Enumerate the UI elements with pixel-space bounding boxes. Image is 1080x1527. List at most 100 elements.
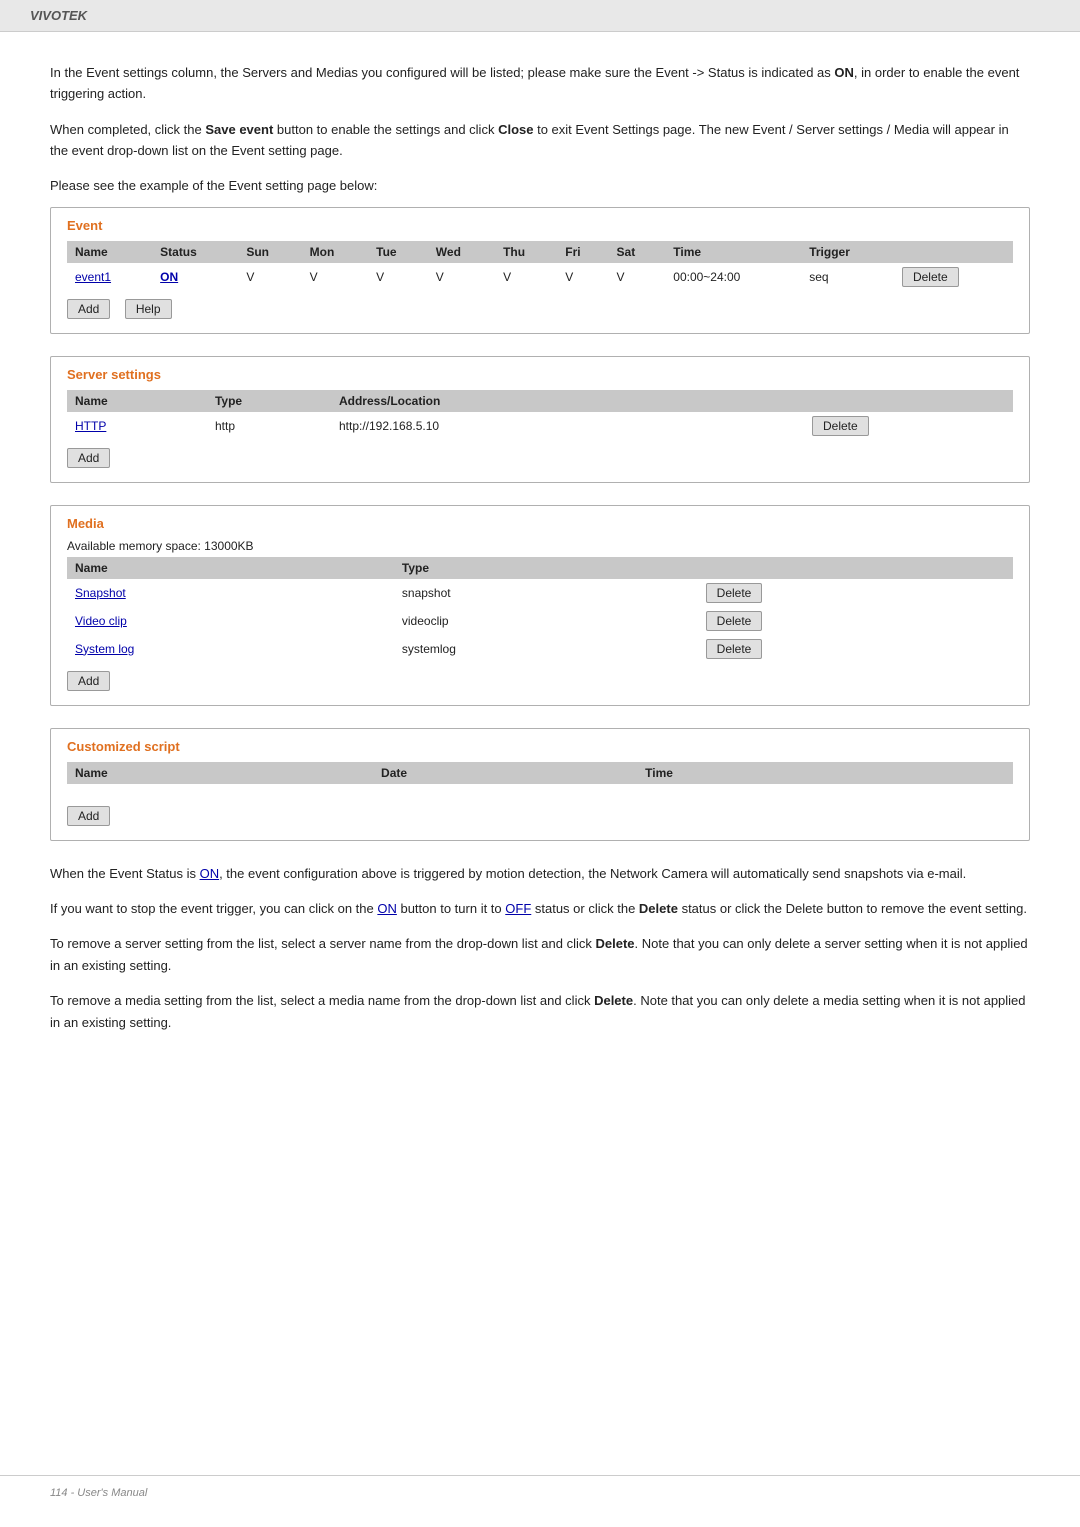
server-settings-box: Server settings Name Type Address/Locati… bbox=[50, 356, 1030, 483]
customized-col-date: Date bbox=[373, 762, 637, 784]
on-button-link[interactable]: ON bbox=[377, 901, 397, 916]
event-row-sun: V bbox=[238, 263, 301, 291]
event-status-on[interactable]: ON bbox=[160, 270, 178, 284]
table-row: HTTP http http://192.168.5.10 Delete bbox=[67, 412, 1013, 440]
event-col-action bbox=[894, 241, 1013, 263]
event-add-button[interactable]: Add bbox=[67, 299, 110, 319]
media-videoclip-delete-cell: Delete bbox=[698, 607, 1013, 635]
event-row-status: ON bbox=[152, 263, 238, 291]
server-table-header-row: Name Type Address/Location bbox=[67, 390, 1013, 412]
media-syslog-name: System log bbox=[67, 635, 394, 663]
http-link[interactable]: HTTP bbox=[75, 419, 106, 433]
page-header: VIVOTEK bbox=[0, 0, 1080, 32]
server-col-type: Type bbox=[207, 390, 331, 412]
event-col-wed: Wed bbox=[428, 241, 495, 263]
customized-script-box: Customized script Name Date Time Add bbox=[50, 728, 1030, 841]
customized-col-time: Time bbox=[637, 762, 912, 784]
event-col-time: Time bbox=[665, 241, 801, 263]
systemlog-link[interactable]: System log bbox=[75, 642, 134, 656]
event-table-header-row: Name Status Sun Mon Tue Wed Thu Fri Sat … bbox=[67, 241, 1013, 263]
media-add-button[interactable]: Add bbox=[67, 671, 110, 691]
intro-close-bold: Close bbox=[498, 122, 533, 137]
event-col-name: Name bbox=[67, 241, 152, 263]
post-para3: To remove a server setting from the list… bbox=[50, 933, 1030, 976]
event-delete-button[interactable]: Delete bbox=[902, 267, 959, 287]
status-on-link[interactable]: ON bbox=[200, 866, 220, 881]
table-row: Snapshot snapshot Delete bbox=[67, 579, 1013, 607]
main-content: In the Event settings column, the Server… bbox=[0, 32, 1080, 1077]
media-table: Name Type Snapshot snapshot Delete Video… bbox=[67, 557, 1013, 663]
media-box: Media Available memory space: 13000KB Na… bbox=[50, 505, 1030, 706]
intro-save-event-bold: Save event bbox=[205, 122, 273, 137]
media-col-type: Type bbox=[394, 557, 698, 579]
event-row-fri: V bbox=[557, 263, 608, 291]
systemlog-delete-button[interactable]: Delete bbox=[706, 639, 763, 659]
event-row-wed: V bbox=[428, 263, 495, 291]
post-para2-text3: status or click the bbox=[531, 901, 639, 916]
customized-add-button[interactable]: Add bbox=[67, 806, 110, 826]
media-videoclip-type: videoclip bbox=[394, 607, 698, 635]
snapshot-delete-button[interactable]: Delete bbox=[706, 583, 763, 603]
delete-bold-p4: Delete bbox=[594, 993, 633, 1008]
event-row-name: event1 bbox=[67, 263, 152, 291]
example-label: Please see the example of the Event sett… bbox=[50, 176, 1030, 197]
server-table: Name Type Address/Location HTTP http htt… bbox=[67, 390, 1013, 440]
event-box-title: Event bbox=[67, 218, 1013, 233]
videoclip-delete-button[interactable]: Delete bbox=[706, 611, 763, 631]
table-row: event1 ON V V V V V V V 00:00~24:00 seq … bbox=[67, 263, 1013, 291]
videoclip-link[interactable]: Video clip bbox=[75, 614, 127, 628]
event-col-trigger: Trigger bbox=[801, 241, 894, 263]
media-btn-row: Add bbox=[67, 671, 1013, 691]
table-row bbox=[67, 784, 1013, 798]
event-row-trigger: seq bbox=[801, 263, 894, 291]
event-col-tue: Tue bbox=[368, 241, 428, 263]
event-box: Event Name Status Sun Mon Tue Wed Thu Fr… bbox=[50, 207, 1030, 334]
customized-table: Name Date Time bbox=[67, 762, 1013, 798]
brand-logo: VIVOTEK bbox=[30, 8, 87, 23]
media-col-name: Name bbox=[67, 557, 394, 579]
server-btn-row: Add bbox=[67, 448, 1013, 468]
post-para1: When the Event Status is ON, the event c… bbox=[50, 863, 1030, 884]
page-footer: 114 - User's Manual bbox=[0, 1475, 1080, 1507]
event-row-mon: V bbox=[302, 263, 369, 291]
post-para2-text1: If you want to stop the event trigger, y… bbox=[50, 901, 377, 916]
event1-link[interactable]: event1 bbox=[75, 270, 111, 284]
event-col-status: Status bbox=[152, 241, 238, 263]
table-row: Video clip videoclip Delete bbox=[67, 607, 1013, 635]
table-row: System log systemlog Delete bbox=[67, 635, 1013, 663]
server-add-button[interactable]: Add bbox=[67, 448, 110, 468]
delete-bold-p3: Delete bbox=[596, 936, 635, 951]
customized-table-header-row: Name Date Time bbox=[67, 762, 1013, 784]
server-col-action bbox=[804, 390, 1013, 412]
event-row-thu: V bbox=[495, 263, 557, 291]
intro-on-bold: ON bbox=[834, 65, 854, 80]
off-status-link[interactable]: OFF bbox=[505, 901, 531, 916]
media-snapshot-type: snapshot bbox=[394, 579, 698, 607]
page-number: 114 - User's Manual bbox=[50, 1487, 147, 1499]
customized-btn-row: Add bbox=[67, 806, 1013, 826]
event-col-sat: Sat bbox=[609, 241, 666, 263]
event-row-time: 00:00~24:00 bbox=[665, 263, 801, 291]
event-row-tue: V bbox=[368, 263, 428, 291]
intro-para1: In the Event settings column, the Server… bbox=[50, 62, 1030, 105]
event-col-fri: Fri bbox=[557, 241, 608, 263]
intro-para1-text1: In the Event settings column, the Server… bbox=[50, 65, 834, 80]
customized-col-action bbox=[912, 762, 1013, 784]
intro-para2-text1: When completed, click the bbox=[50, 122, 205, 137]
event-col-mon: Mon bbox=[302, 241, 369, 263]
event-row-sat: V bbox=[609, 263, 666, 291]
intro-para2: When completed, click the Save event but… bbox=[50, 119, 1030, 162]
media-table-header-row: Name Type bbox=[67, 557, 1013, 579]
server-row-type: http bbox=[207, 412, 331, 440]
media-videoclip-name: Video clip bbox=[67, 607, 394, 635]
post-para4-text1: To remove a media setting from the list,… bbox=[50, 993, 594, 1008]
memory-note: Available memory space: 13000KB bbox=[67, 539, 1013, 553]
post-para4: To remove a media setting from the list,… bbox=[50, 990, 1030, 1033]
event-help-button[interactable]: Help bbox=[125, 299, 172, 319]
event-btn-row: Add Help bbox=[67, 299, 1013, 319]
event-row-delete-cell: Delete bbox=[894, 263, 1013, 291]
server-delete-button[interactable]: Delete bbox=[812, 416, 869, 436]
intro-para2-text2: button to enable the settings and click bbox=[273, 122, 498, 137]
media-snapshot-delete-cell: Delete bbox=[698, 579, 1013, 607]
snapshot-link[interactable]: Snapshot bbox=[75, 586, 126, 600]
